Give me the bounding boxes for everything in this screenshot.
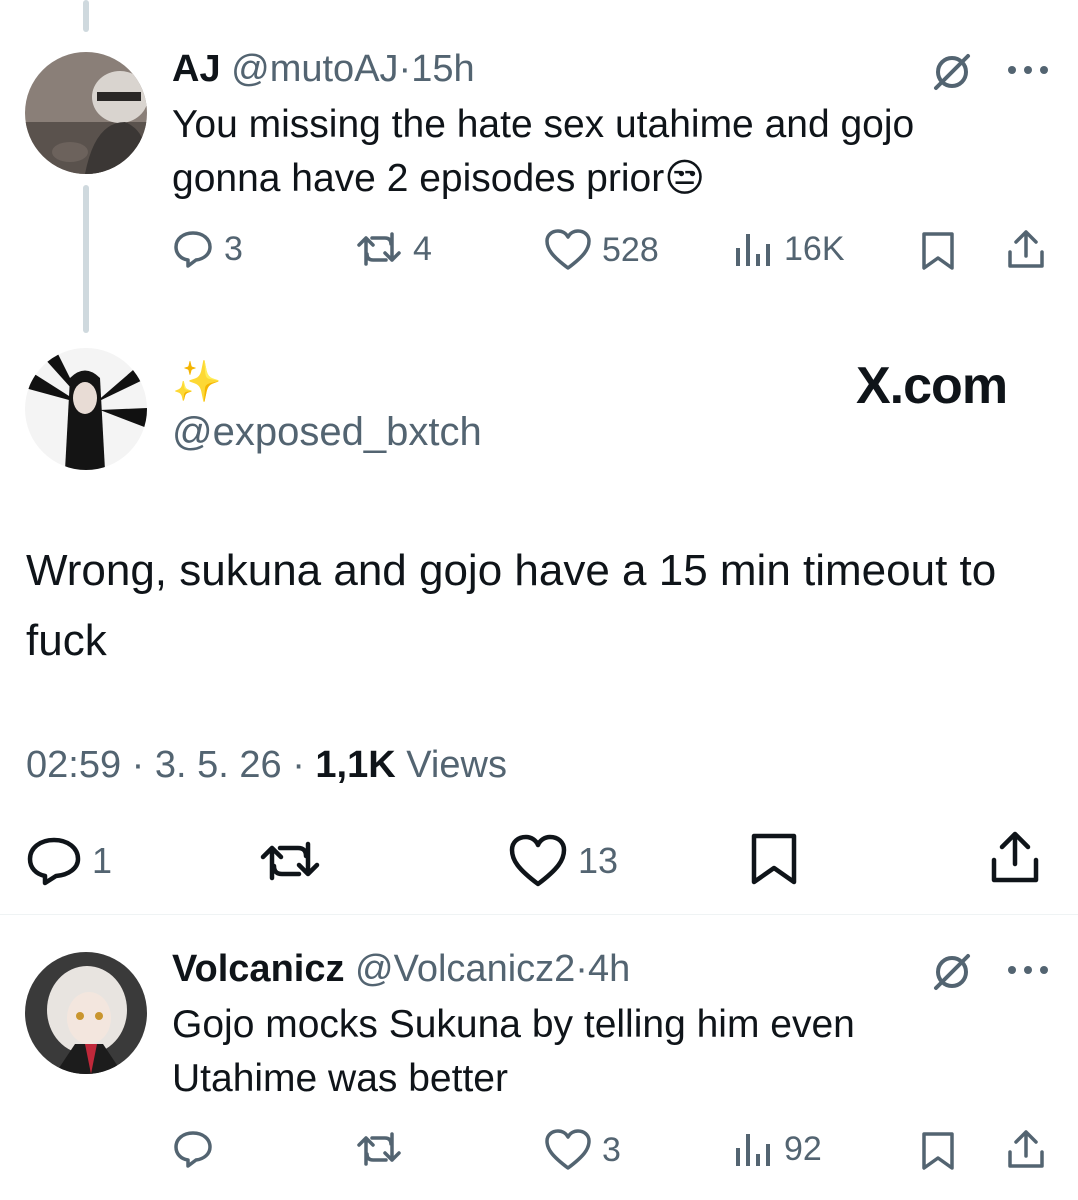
share-icon[interactable]: [1004, 228, 1048, 272]
repost-count: 4: [413, 229, 432, 268]
display-name[interactable]: Volcanicz: [172, 948, 344, 990]
like-count: 528: [602, 230, 659, 269]
reply2-text: Gojo mocks Sukuna by telling him even Ut…: [172, 1003, 855, 1100]
handle[interactable]: @Volcanicz2: [355, 948, 575, 990]
grok-icon[interactable]: [930, 950, 974, 994]
reply2-like-button[interactable]: 3: [544, 1128, 621, 1172]
bookmark-icon[interactable]: [918, 1130, 958, 1172]
views-count: 1,1K: [315, 744, 396, 786]
reply-count: 3: [224, 229, 243, 268]
avatar-volcanicz[interactable]: [25, 952, 147, 1074]
thread-line-connector: [83, 185, 89, 333]
like-icon: [545, 229, 591, 270]
reply-icon[interactable]: [172, 1128, 214, 1170]
sparkles-emoji: ✨: [172, 360, 222, 404]
grok-icon[interactable]: [930, 50, 974, 94]
avatar-exposed-bxtch[interactable]: [25, 348, 147, 470]
like-icon: [545, 1129, 591, 1170]
views-count: 16K: [784, 229, 845, 268]
bookmark-icon[interactable]: [748, 832, 800, 886]
display-name[interactable]: AJ: [172, 48, 221, 90]
handle[interactable]: @mutoAJ: [231, 48, 398, 90]
post-time[interactable]: 15h: [411, 48, 474, 90]
post-timestamp: 02:59 · 3. 5. 26 · 1,1K Views: [26, 744, 507, 787]
repost-icon[interactable]: [258, 838, 322, 884]
reply-icon: [27, 837, 81, 886]
bookmark-icon[interactable]: [918, 230, 958, 272]
reply2-header: Volcanicz @Volcanicz2·4h: [172, 948, 630, 991]
post-time[interactable]: 02:59: [26, 744, 121, 786]
main-post-text: Wrong, sukuna and gojo have a 15 min tim…: [26, 546, 997, 665]
post-time[interactable]: 4h: [588, 948, 630, 990]
reply2-views-button[interactable]: 92: [734, 1128, 822, 1170]
divider: [0, 914, 1078, 915]
main-reply-button[interactable]: 1: [26, 836, 112, 886]
separator-dot: ·: [398, 48, 412, 90]
reply-icon: [174, 231, 212, 268]
share-icon[interactable]: [1004, 1128, 1048, 1172]
separator-dot: ·: [131, 744, 145, 786]
like-count: 3: [602, 1130, 621, 1169]
repost-icon[interactable]: [355, 1128, 403, 1170]
thread-line-top: [83, 0, 89, 32]
reply1-views-button[interactable]: 16K: [734, 228, 845, 270]
like-count: 13: [578, 840, 619, 881]
separator-dot: ·: [292, 744, 305, 786]
more-icon[interactable]: [1006, 64, 1050, 76]
post-date[interactable]: 3. 5. 26: [155, 744, 282, 786]
separator-dot: ·: [575, 948, 588, 990]
reply1-reply-button[interactable]: 3: [172, 228, 243, 270]
unamused-emoji: 😒: [664, 157, 705, 200]
reply1-repost-button[interactable]: 4: [355, 228, 432, 270]
tweet-text: You missing the hate sex utahime and goj…: [172, 103, 915, 200]
views-label: Views: [406, 744, 507, 786]
avatar-aj[interactable]: [25, 52, 147, 174]
views-icon: [736, 234, 770, 266]
reply-count: 1: [92, 840, 113, 881]
like-icon: [509, 834, 567, 887]
main-like-button[interactable]: 13: [508, 834, 618, 888]
more-icon[interactable]: [1006, 964, 1050, 976]
x-com-watermark: X.com: [856, 357, 1008, 415]
repost-icon: [357, 232, 401, 266]
share-icon[interactable]: [988, 830, 1042, 886]
views-icon: [736, 1134, 770, 1166]
main-handle[interactable]: @exposed_bxtch: [172, 410, 482, 455]
reply1-text: You missing the hate sex utahime and goj…: [172, 98, 1032, 206]
views-count: 92: [784, 1129, 822, 1168]
reply1-header: AJ @mutoAJ·15h: [172, 48, 475, 91]
reply1-like-button[interactable]: 528: [544, 228, 659, 272]
